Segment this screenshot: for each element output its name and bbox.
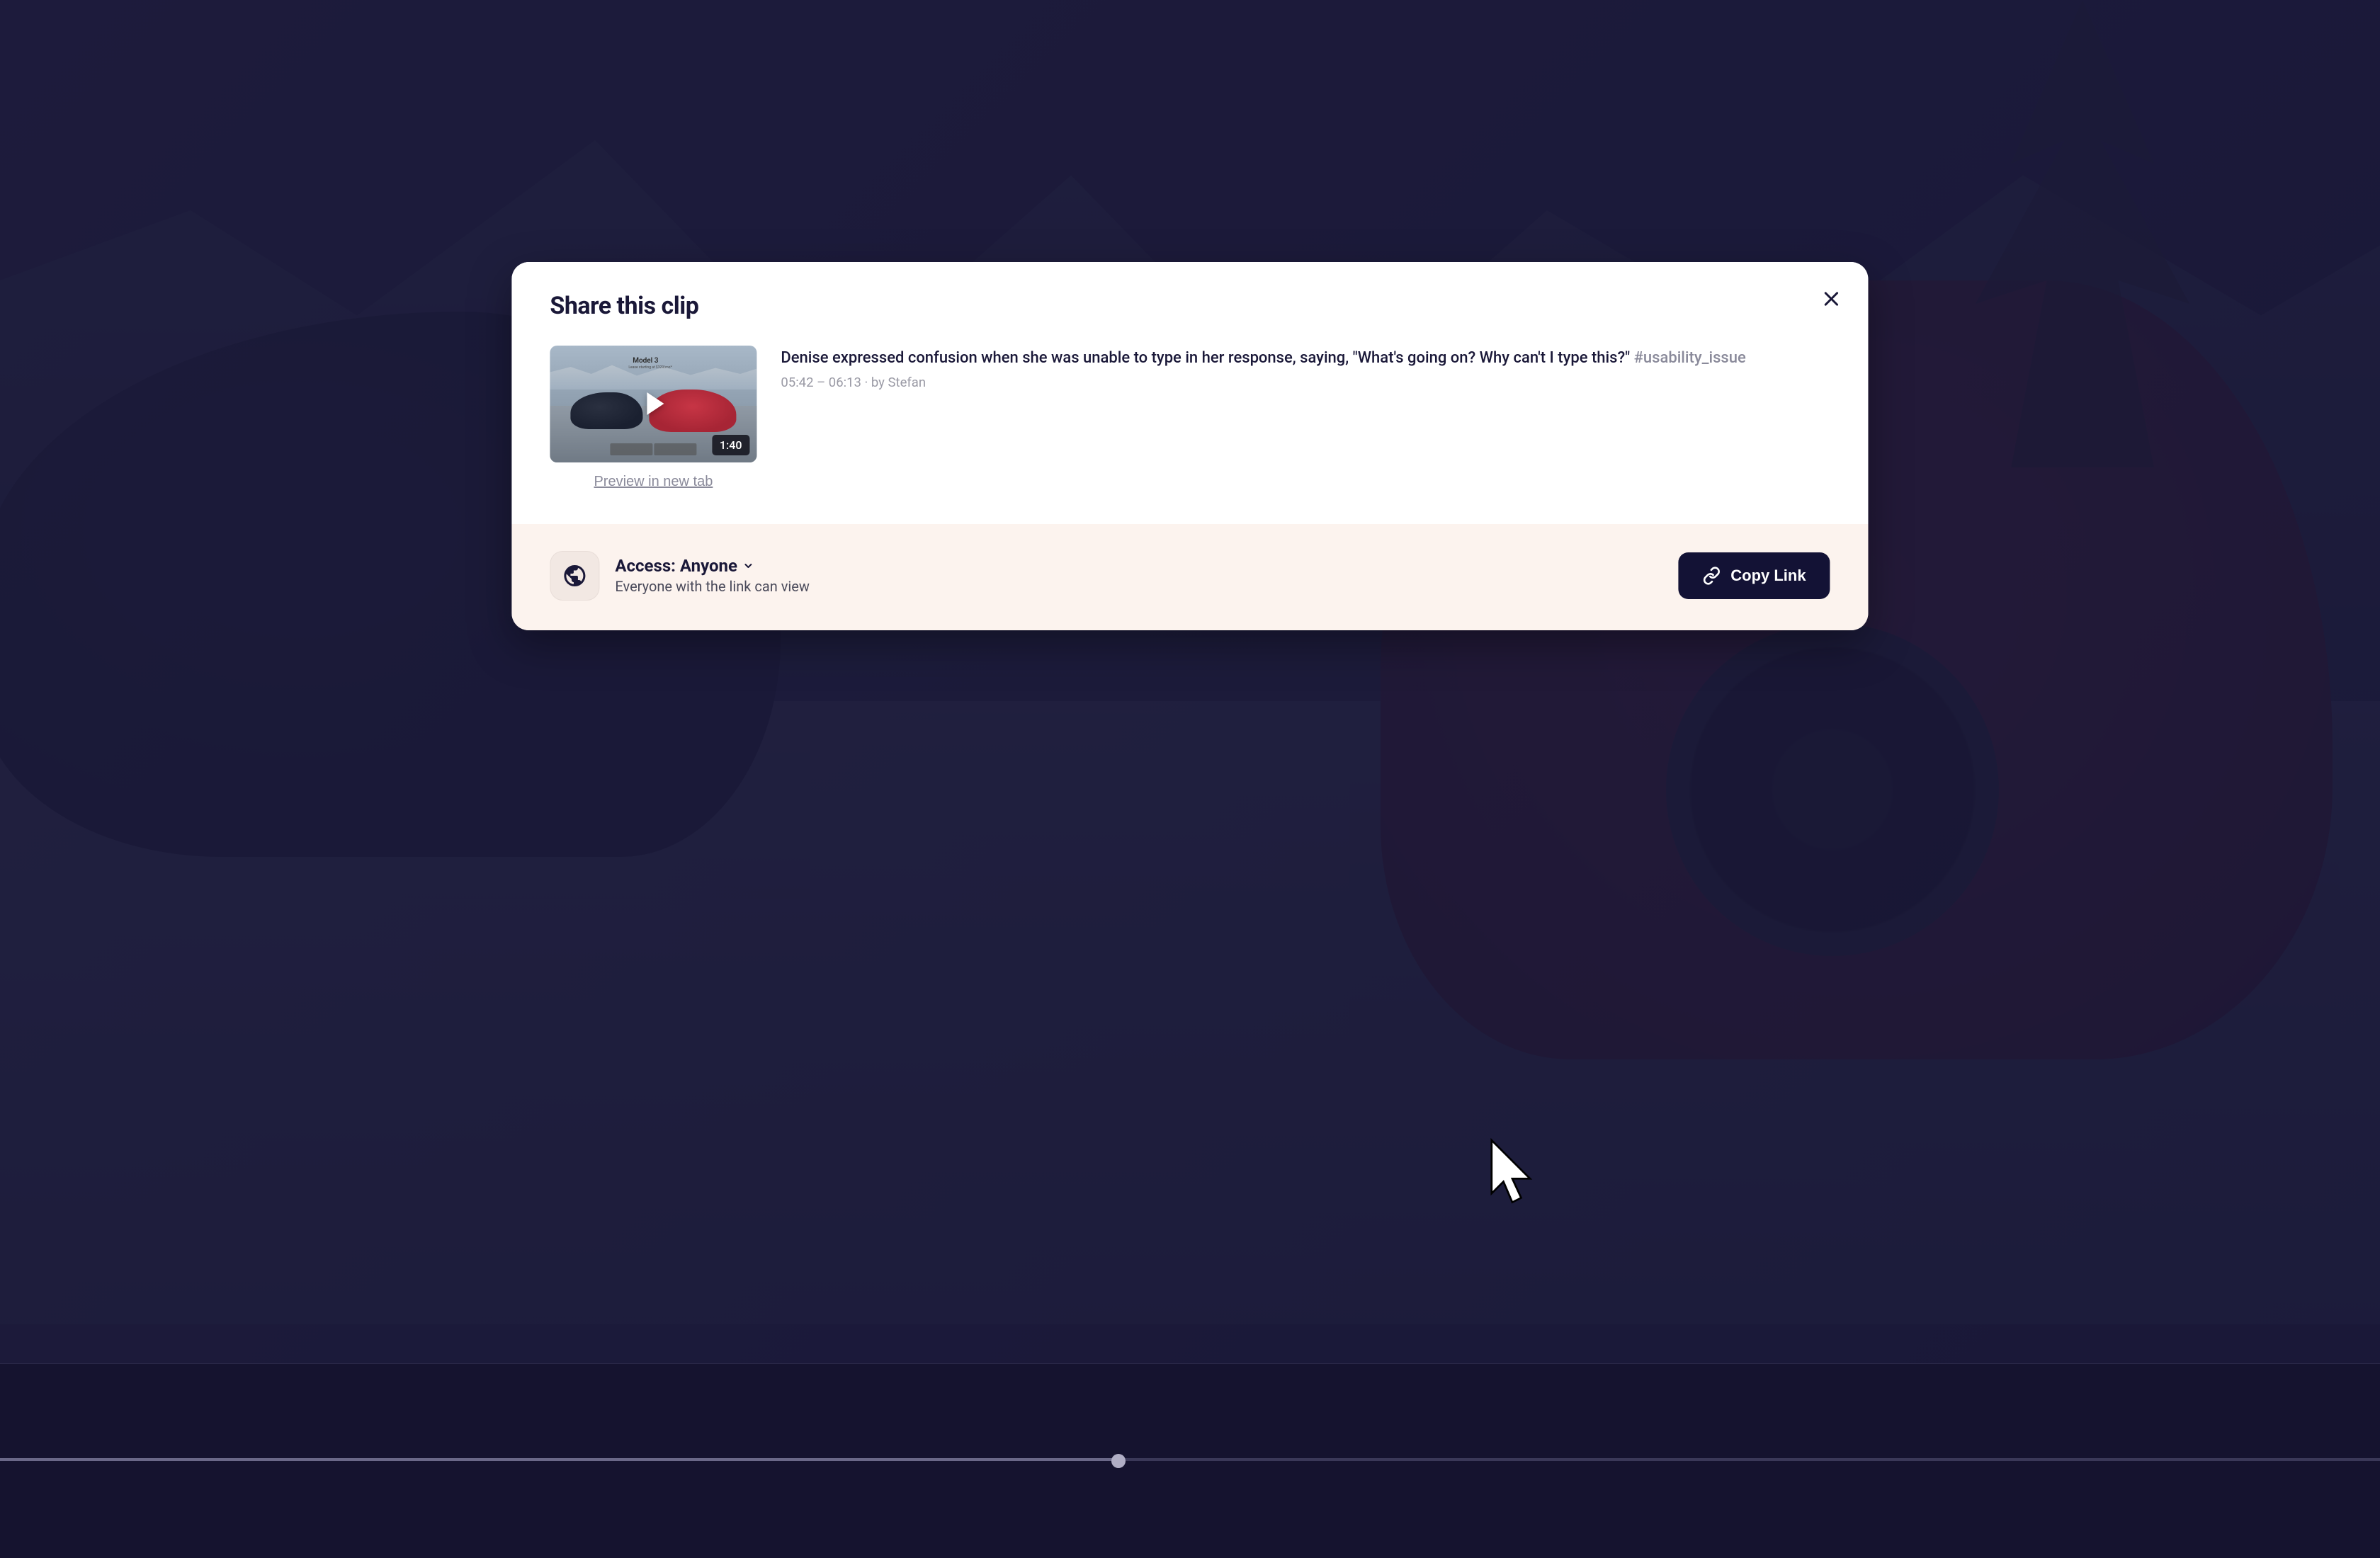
description-column: Denise expressed confusion when she was … — [781, 346, 1830, 390]
access-level-dropdown[interactable]: Access: Anyone — [615, 556, 810, 576]
clip-meta: 05:42 – 06:13 · by Stefan — [781, 375, 1830, 390]
chevron-down-icon — [742, 560, 754, 572]
close-button[interactable] — [1816, 283, 1847, 314]
clip-description: Denise expressed confusion when she was … — [781, 347, 1830, 369]
copy-link-label: Copy Link — [1730, 567, 1806, 585]
dim-overlay — [0, 0, 2380, 1558]
access-text-group: Access: Anyone Everyone with the link ca… — [615, 556, 810, 595]
preview-new-tab-link[interactable]: Preview in new tab — [594, 474, 713, 490]
modal-title: Share this clip — [550, 292, 1830, 320]
close-icon — [1822, 289, 1842, 309]
clip-author-prefix: by — [871, 375, 885, 390]
duration-badge: 1:40 — [712, 435, 750, 455]
video-timeline-bar — [0, 1363, 2380, 1558]
clip-hashtag: #usability_issue — [1634, 349, 1746, 367]
globe-icon-box — [550, 551, 599, 601]
clip-time-range: 05:42 – 06:13 — [781, 375, 861, 390]
access-label: Access: Anyone — [615, 556, 737, 576]
copy-link-button[interactable]: Copy Link — [1678, 552, 1830, 599]
share-clip-modal: Share this clip Model 3 Lease starting a… — [511, 262, 1868, 630]
thumbnail-column: Model 3 Lease starting at $329/mo* 1:40 … — [550, 346, 756, 490]
modal-upper-section: Share this clip Model 3 Lease starting a… — [511, 262, 1868, 524]
access-group: Access: Anyone Everyone with the link ca… — [550, 551, 810, 601]
play-icon — [647, 392, 664, 415]
clip-thumbnail[interactable]: Model 3 Lease starting at $329/mo* 1:40 — [550, 346, 756, 462]
clip-author: Stefan — [888, 375, 926, 390]
clip-description-text: Denise expressed confusion when she was … — [781, 349, 1630, 367]
timeline-progress — [0, 1458, 1118, 1461]
timeline-scrubber-handle[interactable] — [1111, 1454, 1126, 1468]
clip-content-row: Model 3 Lease starting at $329/mo* 1:40 … — [550, 346, 1830, 490]
globe-icon — [562, 563, 587, 588]
link-icon — [1702, 567, 1721, 585]
video-background — [0, 0, 2380, 1558]
access-description: Everyone with the link can view — [615, 578, 810, 595]
modal-lower-section: Access: Anyone Everyone with the link ca… — [511, 524, 1868, 630]
